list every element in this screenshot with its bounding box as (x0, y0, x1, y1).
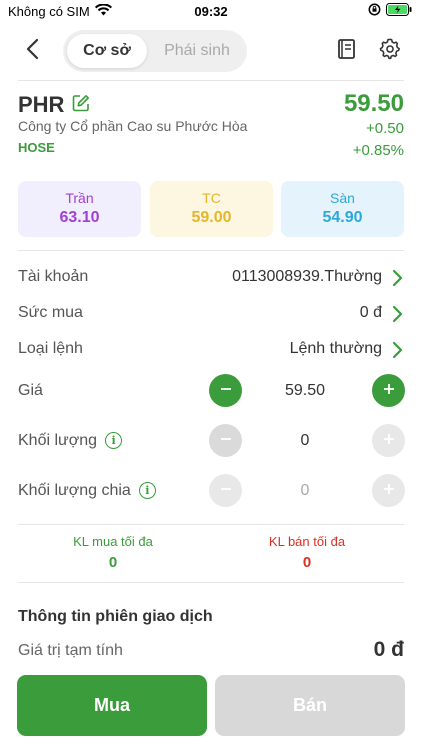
chevron-right-icon[interactable] (390, 304, 406, 324)
plus-icon (383, 432, 395, 450)
company-name: Công ty Cổ phần Cao su Phước Hòa (18, 118, 248, 134)
buying-power-label: Sức mua (18, 304, 83, 321)
max-sell-value: 0 (302, 554, 312, 571)
max-buy-volume: KL mua tối đa 0 (18, 534, 208, 571)
book-icon (337, 38, 357, 65)
max-buy-value: 0 (108, 554, 118, 571)
book-button[interactable] (334, 38, 360, 64)
volume-input[interactable]: 0 (244, 432, 366, 450)
split-volume-input[interactable]: 0 (244, 482, 366, 500)
volume-label-group: Khối lượng i (18, 432, 123, 450)
order-type-label: Loại lệnh (18, 340, 83, 357)
status-right (368, 3, 412, 19)
floor-price-box[interactable]: Sàn 54.90 (281, 181, 404, 237)
order-type-value[interactable]: Lệnh thường (290, 340, 382, 358)
max-sell-volume: KL bán tối đa 0 (212, 534, 402, 571)
tab-co-so[interactable]: Cơ sở (67, 34, 147, 68)
reference-price-box[interactable]: TC 59.00 (150, 181, 273, 237)
volume-decrease-button[interactable] (209, 424, 242, 457)
divider (18, 524, 404, 525)
lock-rotation-icon (368, 3, 381, 19)
divider (18, 80, 404, 81)
minus-icon (220, 482, 232, 500)
account-value[interactable]: 0113008939.Thường (232, 268, 382, 286)
gear-icon (379, 38, 401, 65)
reference-label: TC (202, 190, 221, 206)
minus-icon (220, 432, 232, 450)
ceiling-label: Trần (65, 190, 94, 206)
session-info-title: Thông tin phiên giao dịch (18, 608, 213, 625)
plus-icon (383, 482, 395, 500)
edit-icon[interactable] (72, 92, 90, 118)
stock-symbol-group: PHR (18, 92, 90, 118)
price-input[interactable]: 59.50 (244, 382, 366, 400)
buy-button[interactable]: Mua (17, 675, 207, 736)
back-button[interactable] (18, 36, 46, 66)
floor-value: 54.90 (322, 209, 363, 226)
floor-label: Sàn (330, 190, 355, 206)
divider (18, 582, 404, 583)
volume-label: Khối lượng (18, 432, 98, 449)
info-icon[interactable]: i (105, 432, 123, 450)
ceiling-price-box[interactable]: Trần 63.10 (18, 181, 141, 237)
split-volume-label-group: Khối lượng chia i (18, 482, 156, 500)
price-change: +0.50 (366, 120, 404, 137)
price-decrease-button[interactable] (209, 374, 242, 407)
max-buy-label: KL mua tối đa (73, 534, 153, 549)
stock-symbol: PHR (18, 92, 65, 117)
exchange-label: HOSE (18, 140, 55, 155)
account-label: Tài khoản (18, 268, 89, 285)
current-price: 59.50 (343, 90, 404, 117)
plus-icon (383, 382, 395, 400)
reference-value: 59.00 (191, 209, 232, 226)
price-change-percent: +0.85% (352, 142, 404, 159)
price-increase-button[interactable] (372, 374, 405, 407)
market-segment-control: Cơ sở Phái sinh (63, 30, 247, 72)
status-time: 09:32 (194, 4, 228, 19)
ceiling-value: 63.10 (59, 209, 100, 226)
status-bar: Không có SIM 09:32 (0, 0, 422, 24)
back-arrow-icon (25, 38, 39, 65)
chevron-right-icon[interactable] (390, 340, 406, 360)
split-volume-increase-button[interactable] (372, 474, 405, 507)
divider (18, 250, 404, 251)
sell-button[interactable]: Bán (215, 675, 405, 736)
minus-icon (220, 382, 232, 400)
split-volume-label: Khối lượng chia (18, 482, 131, 499)
info-icon[interactable]: i (138, 482, 156, 500)
buying-power-value: 0 đ (359, 304, 382, 321)
max-sell-label: KL bán tối đa (268, 534, 346, 549)
volume-increase-button[interactable] (372, 424, 405, 457)
estimate-value: 0 đ (373, 638, 404, 661)
battery-icon (386, 3, 412, 19)
chevron-right-icon[interactable] (390, 268, 406, 288)
tab-phai-sinh[interactable]: Phái sinh (151, 34, 243, 68)
top-nav: Cơ sở Phái sinh (0, 28, 422, 74)
settings-button[interactable] (377, 38, 403, 64)
split-volume-decrease-button[interactable] (209, 474, 242, 507)
estimate-label: Giá trị tạm tính (18, 642, 123, 659)
price-label: Giá (18, 382, 43, 399)
